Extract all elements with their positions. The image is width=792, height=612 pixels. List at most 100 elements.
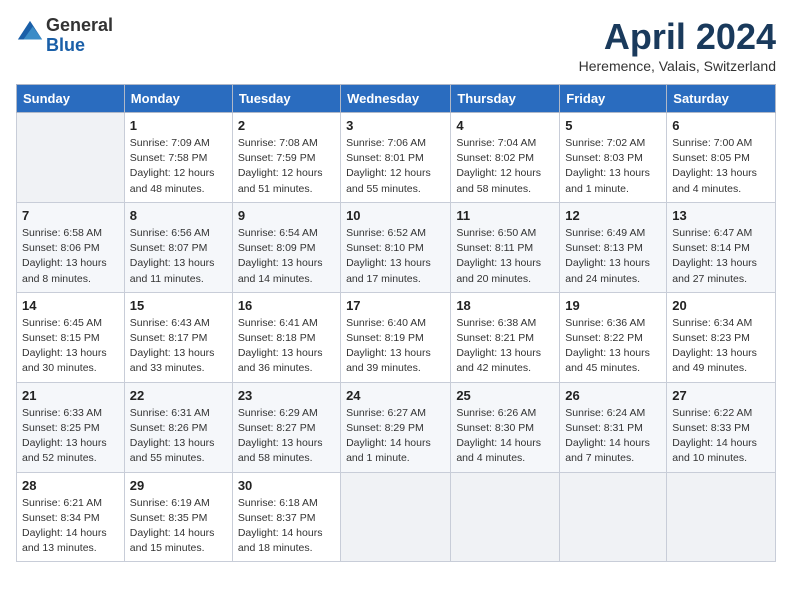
calendar-cell: 21 Sunrise: 6:33 AM Sunset: 8:25 PM Dayli… xyxy=(17,382,125,472)
day-number: 17 xyxy=(346,298,445,313)
calendar-cell: 19 Sunrise: 6:36 AM Sunset: 8:22 PM Dayli… xyxy=(560,292,667,382)
calendar-cell: 22 Sunrise: 6:31 AM Sunset: 8:26 PM Dayli… xyxy=(124,382,232,472)
day-detail: Sunrise: 6:34 AM Sunset: 8:23 PM Dayligh… xyxy=(672,316,770,377)
day-detail: Sunrise: 6:19 AM Sunset: 8:35 PM Dayligh… xyxy=(130,496,227,557)
calendar-week-row: 14Sunrise: 6:45 AM Sunset: 8:15 PM Dayli… xyxy=(17,292,776,382)
weekday-header-row: SundayMondayTuesdayWednesdayThursdayFrid… xyxy=(17,85,776,113)
day-number: 3 xyxy=(346,118,445,133)
day-detail: Sunrise: 6:54 AM Sunset: 8:09 PM Dayligh… xyxy=(238,226,335,287)
calendar-cell xyxy=(341,472,451,562)
day-number: 2 xyxy=(238,118,335,133)
calendar-cell: 27 Sunrise: 6:22 AM Sunset: 8:33 PM Dayli… xyxy=(667,382,776,472)
day-detail: Sunrise: 6:52 AM Sunset: 8:10 PM Dayligh… xyxy=(346,226,445,287)
day-number: 25 xyxy=(456,388,554,403)
day-number: 18 xyxy=(456,298,554,313)
day-detail: Sunrise: 6:36 AM Sunset: 8:22 PM Dayligh… xyxy=(565,316,661,377)
calendar-cell: 6 Sunrise: 7:00 AM Sunset: 8:05 PM Daylig… xyxy=(667,113,776,203)
calendar-cell: 8 Sunrise: 6:56 AM Sunset: 8:07 PM Daylig… xyxy=(124,202,232,292)
day-detail: Sunrise: 7:02 AM Sunset: 8:03 PM Dayligh… xyxy=(565,136,661,197)
day-number: 7 xyxy=(22,208,119,223)
calendar-cell: 24 Sunrise: 6:27 AM Sunset: 8:29 PM Dayli… xyxy=(341,382,451,472)
calendar-cell: 30 Sunrise: 6:18 AM Sunset: 8:37 PM Dayli… xyxy=(232,472,340,562)
calendar-week-row: 21 Sunrise: 6:33 AM Sunset: 8:25 PM Dayli… xyxy=(17,382,776,472)
month-title: April 2024 xyxy=(579,16,776,58)
calendar-week-row: 28 Sunrise: 6:21 AM Sunset: 8:34 PM Dayli… xyxy=(17,472,776,562)
calendar-cell: 23 Sunrise: 6:29 AM Sunset: 8:27 PM Dayli… xyxy=(232,382,340,472)
calendar-table: SundayMondayTuesdayWednesdayThursdayFrid… xyxy=(16,84,776,562)
weekday-header-cell: Saturday xyxy=(667,85,776,113)
calendar-cell: 2 Sunrise: 7:08 AM Sunset: 7:59 PM Daylig… xyxy=(232,113,340,203)
weekday-header-cell: Tuesday xyxy=(232,85,340,113)
calendar-cell xyxy=(560,472,667,562)
day-number: 9 xyxy=(238,208,335,223)
weekday-header-cell: Monday xyxy=(124,85,232,113)
calendar-cell: 13 Sunrise: 6:47 AM Sunset: 8:14 PM Dayli… xyxy=(667,202,776,292)
day-detail: Sunrise: 6:22 AM Sunset: 8:33 PM Dayligh… xyxy=(672,406,770,467)
calendar-cell: 26Sunrise: 6:24 AM Sunset: 8:31 PM Dayli… xyxy=(560,382,667,472)
day-number: 8 xyxy=(130,208,227,223)
day-number: 28 xyxy=(22,478,119,493)
day-number: 13 xyxy=(672,208,770,223)
day-number: 16 xyxy=(238,298,335,313)
calendar-cell: 20 Sunrise: 6:34 AM Sunset: 8:23 PM Dayli… xyxy=(667,292,776,382)
weekday-header-cell: Sunday xyxy=(17,85,125,113)
weekday-header-cell: Friday xyxy=(560,85,667,113)
day-detail: Sunrise: 7:09 AM Sunset: 7:58 PM Dayligh… xyxy=(130,136,227,197)
day-number: 27 xyxy=(672,388,770,403)
weekday-header-cell: Wednesday xyxy=(341,85,451,113)
day-detail: Sunrise: 6:49 AM Sunset: 8:13 PM Dayligh… xyxy=(565,226,661,287)
day-detail: Sunrise: 7:06 AM Sunset: 8:01 PM Dayligh… xyxy=(346,136,445,197)
calendar-cell: 18 Sunrise: 6:38 AM Sunset: 8:21 PM Dayli… xyxy=(451,292,560,382)
day-detail: Sunrise: 6:21 AM Sunset: 8:34 PM Dayligh… xyxy=(22,496,119,557)
day-number: 10 xyxy=(346,208,445,223)
day-number: 15 xyxy=(130,298,227,313)
day-number: 29 xyxy=(130,478,227,493)
calendar-cell: 25 Sunrise: 6:26 AM Sunset: 8:30 PM Dayli… xyxy=(451,382,560,472)
logo-icon xyxy=(16,19,44,47)
calendar-cell: 29 Sunrise: 6:19 AM Sunset: 8:35 PM Dayli… xyxy=(124,472,232,562)
day-detail: Sunrise: 6:29 AM Sunset: 8:27 PM Dayligh… xyxy=(238,406,335,467)
day-detail: Sunrise: 6:43 AM Sunset: 8:17 PM Dayligh… xyxy=(130,316,227,377)
day-number: 1 xyxy=(130,118,227,133)
logo-general-text: General xyxy=(46,15,113,35)
day-detail: Sunrise: 6:33 AM Sunset: 8:25 PM Dayligh… xyxy=(22,406,119,467)
day-detail: Sunrise: 7:00 AM Sunset: 8:05 PM Dayligh… xyxy=(672,136,770,197)
logo: General Blue xyxy=(16,16,113,56)
day-number: 21 xyxy=(22,388,119,403)
day-detail: Sunrise: 6:47 AM Sunset: 8:14 PM Dayligh… xyxy=(672,226,770,287)
day-number: 6 xyxy=(672,118,770,133)
day-number: 23 xyxy=(238,388,335,403)
day-detail: Sunrise: 6:24 AM Sunset: 8:31 PM Dayligh… xyxy=(565,406,661,467)
day-number: 24 xyxy=(346,388,445,403)
calendar-week-row: 7 Sunrise: 6:58 AM Sunset: 8:06 PM Daylig… xyxy=(17,202,776,292)
calendar-cell: 10 Sunrise: 6:52 AM Sunset: 8:10 PM Dayli… xyxy=(341,202,451,292)
day-detail: Sunrise: 7:08 AM Sunset: 7:59 PM Dayligh… xyxy=(238,136,335,197)
weekday-header-cell: Thursday xyxy=(451,85,560,113)
calendar-cell: 15 Sunrise: 6:43 AM Sunset: 8:17 PM Dayli… xyxy=(124,292,232,382)
calendar-week-row: 1 Sunrise: 7:09 AM Sunset: 7:58 PM Daylig… xyxy=(17,113,776,203)
day-number: 4 xyxy=(456,118,554,133)
logo-blue-text: Blue xyxy=(46,35,85,55)
day-number: 30 xyxy=(238,478,335,493)
calendar-cell: 5 Sunrise: 7:02 AM Sunset: 8:03 PM Daylig… xyxy=(560,113,667,203)
day-detail: Sunrise: 6:18 AM Sunset: 8:37 PM Dayligh… xyxy=(238,496,335,557)
day-number: 20 xyxy=(672,298,770,313)
day-number: 22 xyxy=(130,388,227,403)
calendar-cell: 9 Sunrise: 6:54 AM Sunset: 8:09 PM Daylig… xyxy=(232,202,340,292)
page-header: General Blue April 2024 Heremence, Valai… xyxy=(16,16,776,74)
day-detail: Sunrise: 6:31 AM Sunset: 8:26 PM Dayligh… xyxy=(130,406,227,467)
day-detail: Sunrise: 6:27 AM Sunset: 8:29 PM Dayligh… xyxy=(346,406,445,467)
calendar-cell: 28 Sunrise: 6:21 AM Sunset: 8:34 PM Dayli… xyxy=(17,472,125,562)
calendar-cell: 3 Sunrise: 7:06 AM Sunset: 8:01 PM Daylig… xyxy=(341,113,451,203)
day-detail: Sunrise: 6:58 AM Sunset: 8:06 PM Dayligh… xyxy=(22,226,119,287)
day-detail: Sunrise: 6:38 AM Sunset: 8:21 PM Dayligh… xyxy=(456,316,554,377)
location-subtitle: Heremence, Valais, Switzerland xyxy=(579,58,776,74)
calendar-cell: 11Sunrise: 6:50 AM Sunset: 8:11 PM Dayli… xyxy=(451,202,560,292)
day-number: 19 xyxy=(565,298,661,313)
calendar-cell: 4 Sunrise: 7:04 AM Sunset: 8:02 PM Daylig… xyxy=(451,113,560,203)
day-number: 5 xyxy=(565,118,661,133)
day-detail: Sunrise: 6:56 AM Sunset: 8:07 PM Dayligh… xyxy=(130,226,227,287)
calendar-cell xyxy=(451,472,560,562)
day-detail: Sunrise: 6:26 AM Sunset: 8:30 PM Dayligh… xyxy=(456,406,554,467)
day-detail: Sunrise: 7:04 AM Sunset: 8:02 PM Dayligh… xyxy=(456,136,554,197)
